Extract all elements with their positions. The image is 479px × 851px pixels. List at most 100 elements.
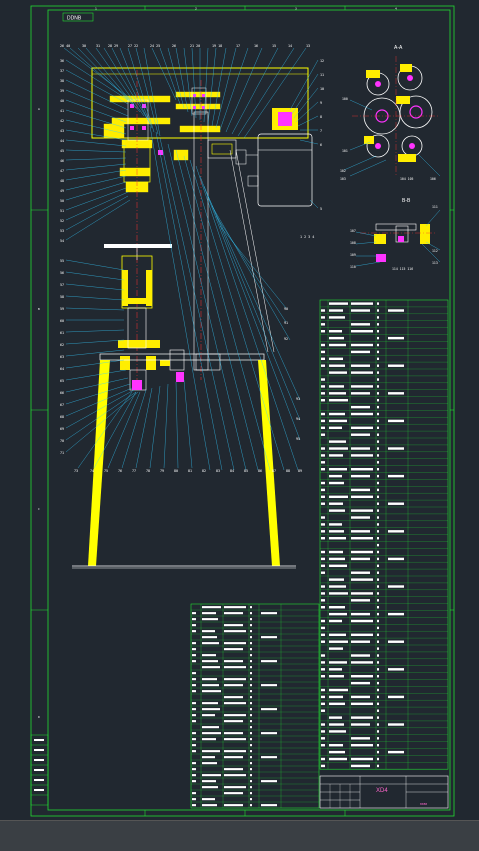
title-block-name: XD4 [376, 788, 388, 794]
zone-number-2: 2 [195, 7, 197, 11]
svg-text:83: 83 [216, 469, 220, 473]
svg-text:88: 88 [286, 469, 290, 473]
svg-text:40: 40 [60, 99, 64, 103]
cad-drawing-canvas[interactable]: 1 2 3 4 A B C D DDNB 26 40 30 31 28 29 2… [0, 0, 479, 820]
section-label-a: A-A [394, 45, 403, 51]
svg-text:42: 42 [60, 119, 64, 123]
svg-text:64: 64 [60, 367, 64, 371]
svg-text:63: 63 [60, 355, 64, 359]
title-block-drawing-no: 8080 [420, 802, 427, 806]
small-section-view[interactable]: B-B 107 108 109 110 111 112 113 114 115 116 [350, 198, 441, 271]
svg-text:90: 90 [284, 307, 288, 311]
svg-text:43: 43 [60, 129, 64, 133]
svg-text:85: 85 [244, 469, 248, 473]
svg-text:110: 110 [350, 265, 356, 269]
title-block[interactable]: XD4 8080 [319, 775, 449, 809]
svg-text:26 40: 26 40 [60, 44, 70, 48]
svg-text:61: 61 [60, 331, 64, 335]
svg-text:10: 10 [320, 87, 324, 91]
svg-text:16: 16 [254, 44, 258, 48]
svg-text:82: 82 [202, 469, 206, 473]
svg-text:60: 60 [60, 319, 64, 323]
svg-text:89: 89 [298, 469, 302, 473]
svg-text:39: 39 [60, 89, 64, 93]
svg-text:69: 69 [60, 427, 64, 431]
svg-text:103: 103 [340, 177, 346, 181]
zone-letter-b: B [38, 307, 40, 311]
svg-text:92: 92 [284, 337, 288, 341]
svg-text:38: 38 [60, 79, 64, 83]
svg-text:65: 65 [60, 379, 64, 383]
svg-text:75: 75 [104, 469, 108, 473]
svg-text:107: 107 [350, 229, 356, 233]
svg-text:57: 57 [60, 283, 64, 287]
svg-text:24 25: 24 25 [150, 44, 160, 48]
svg-text:91: 91 [284, 321, 288, 325]
svg-text:7: 7 [320, 129, 322, 133]
svg-text:104 105: 104 105 [400, 177, 414, 181]
title-tag: DDNB [67, 16, 82, 22]
svg-text:81: 81 [188, 469, 192, 473]
svg-text:74: 74 [90, 469, 94, 473]
svg-text:73: 73 [74, 469, 78, 473]
svg-text:55: 55 [60, 259, 64, 263]
svg-text:47: 47 [60, 169, 64, 173]
zone-letter-c: C [38, 507, 40, 511]
svg-text:19 18: 19 18 [212, 44, 222, 48]
svg-text:49: 49 [60, 189, 64, 193]
svg-text:5: 5 [320, 207, 322, 211]
svg-text:27 22: 27 22 [128, 44, 138, 48]
zone-letter-a: A [38, 107, 40, 111]
zone-letter-d: D [38, 715, 40, 719]
zone-number-4: 4 [395, 7, 397, 11]
svg-text:31: 31 [96, 44, 100, 48]
svg-text:44: 44 [60, 139, 64, 143]
svg-text:71: 71 [60, 451, 64, 455]
gear-section-view[interactable]: A-A 100 101 102 103 104 105 106 [340, 45, 441, 181]
svg-text:14: 14 [288, 44, 292, 48]
parts-list-middle[interactable] [190, 603, 320, 809]
zone-ticks [31, 6, 454, 816]
svg-text:100: 100 [342, 97, 348, 101]
svg-text:111: 111 [432, 205, 438, 209]
svg-text:108: 108 [350, 241, 356, 245]
svg-text:58: 58 [60, 295, 64, 299]
svg-text:86: 86 [258, 469, 262, 473]
svg-text:94: 94 [296, 417, 300, 421]
svg-text:11: 11 [320, 73, 324, 77]
svg-text:87: 87 [272, 469, 276, 473]
svg-text:41: 41 [60, 109, 64, 113]
svg-text:46: 46 [60, 159, 64, 163]
svg-text:106: 106 [430, 177, 436, 181]
svg-text:9: 9 [320, 101, 322, 105]
svg-text:80: 80 [174, 469, 178, 473]
svg-text:67: 67 [60, 403, 64, 407]
svg-text:113: 113 [432, 261, 438, 265]
svg-text:1 2 3 4: 1 2 3 4 [300, 235, 314, 239]
svg-text:93: 93 [296, 397, 300, 401]
svg-text:26: 26 [172, 44, 176, 48]
svg-text:70: 70 [60, 439, 64, 443]
svg-text:53: 53 [60, 229, 64, 233]
svg-text:76: 76 [118, 469, 122, 473]
svg-text:79: 79 [160, 469, 164, 473]
svg-text:66: 66 [60, 391, 64, 395]
svg-text:21 20: 21 20 [190, 44, 200, 48]
svg-text:48: 48 [60, 179, 64, 183]
main-assembly[interactable] [72, 67, 313, 569]
parts-list-right[interactable] [319, 299, 449, 770]
svg-text:17: 17 [236, 44, 240, 48]
svg-text:54: 54 [60, 239, 64, 243]
svg-text:52: 52 [60, 219, 64, 223]
svg-text:78: 78 [146, 469, 150, 473]
svg-text:77: 77 [132, 469, 136, 473]
svg-text:102: 102 [340, 169, 346, 173]
svg-text:8: 8 [320, 115, 322, 119]
zone-number-3: 3 [295, 7, 297, 11]
svg-text:68: 68 [60, 415, 64, 419]
svg-text:15: 15 [272, 44, 276, 48]
svg-text:51: 51 [60, 209, 64, 213]
svg-text:59: 59 [60, 307, 64, 311]
svg-text:112: 112 [432, 249, 438, 253]
svg-text:45: 45 [60, 149, 64, 153]
